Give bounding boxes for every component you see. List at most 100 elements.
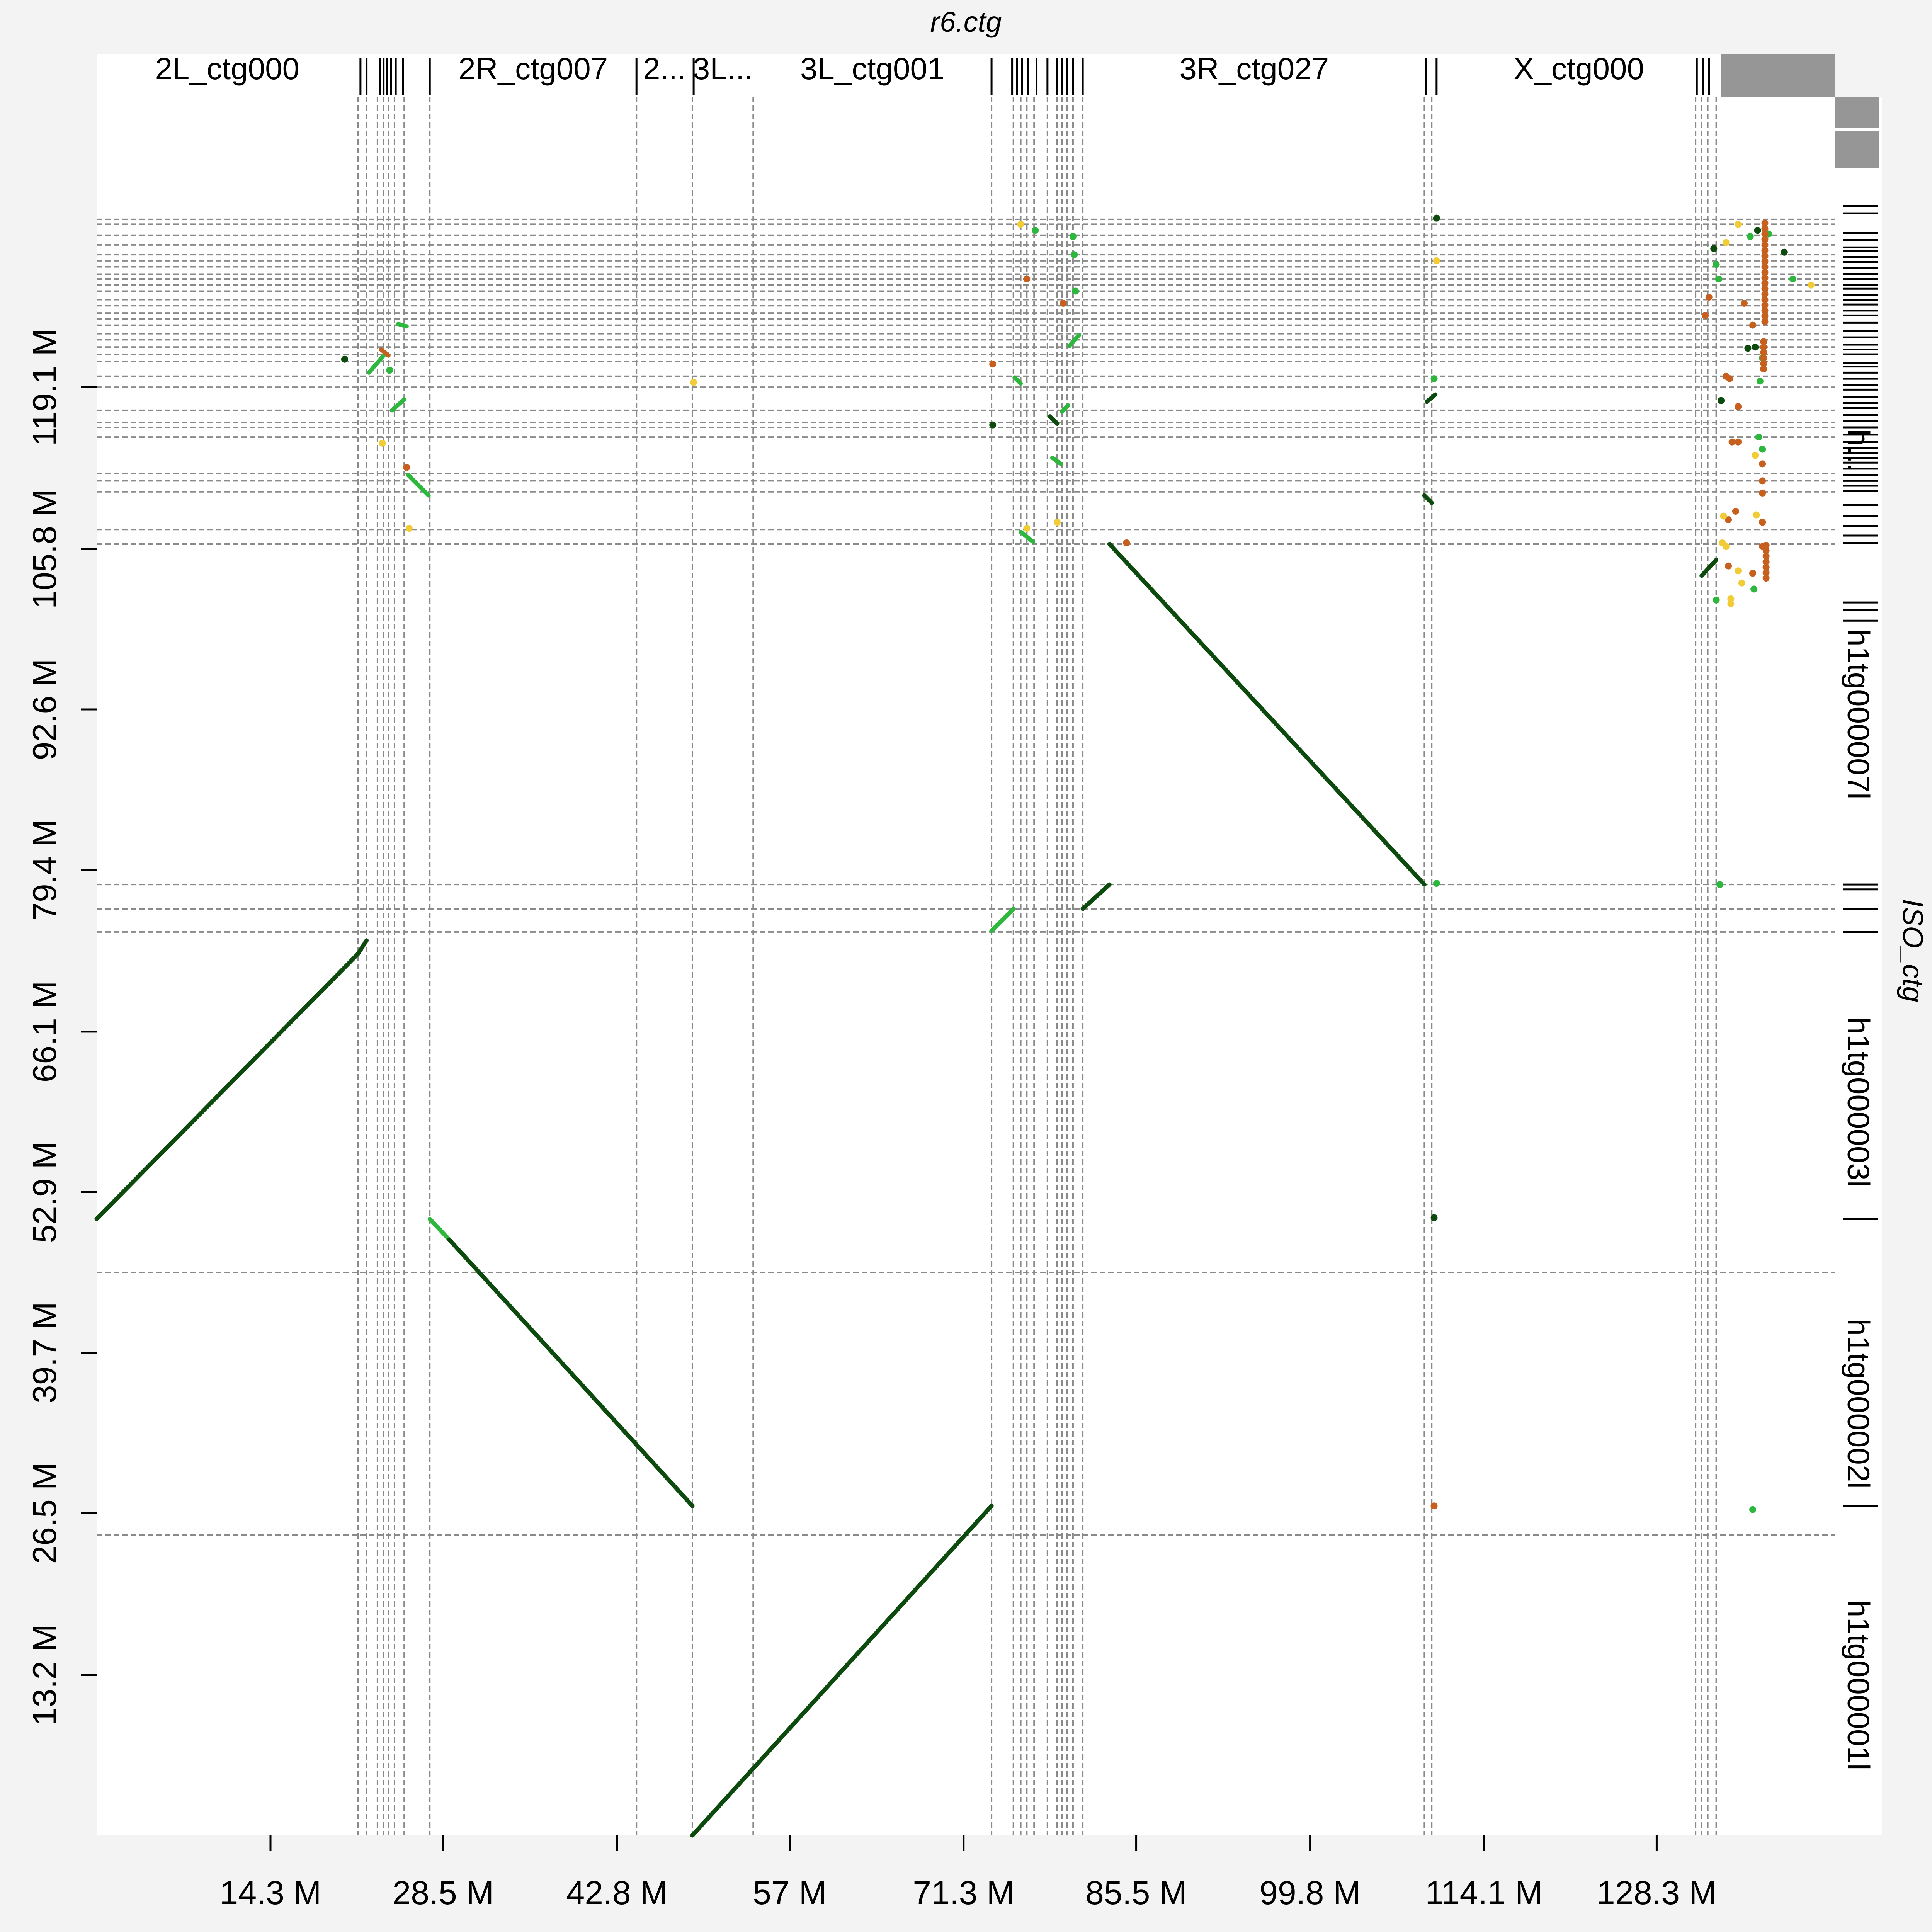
alignment-dot <box>1738 579 1745 587</box>
alignment-dot <box>1747 233 1754 240</box>
alignment-dot <box>1752 452 1759 459</box>
y-contig-label: h1tg000002l <box>1842 1319 1876 1489</box>
right-corner-block-upper <box>1835 97 1879 128</box>
alignment-dot <box>1749 321 1757 329</box>
alignment-dot <box>1725 562 1732 570</box>
y-contig-label: h1tg000007l <box>1842 629 1876 799</box>
alignment-dot <box>1017 221 1024 228</box>
alignment-dot <box>1759 477 1766 485</box>
alignment-dot <box>1722 543 1730 550</box>
alignment-dot <box>1750 585 1758 593</box>
x-contig-label: 3L... <box>693 51 753 86</box>
alignment-dot <box>1072 287 1079 295</box>
alignment-dot <box>1808 281 1815 289</box>
alignment-dot <box>1749 1506 1757 1513</box>
alignment-dot <box>1740 299 1748 307</box>
alignment-dot <box>405 525 413 532</box>
x-tick-label: 28.5 M <box>392 1874 494 1912</box>
y-tick-label: 105.8 M <box>26 489 63 609</box>
alignment-dot <box>386 367 393 374</box>
alignment-dot <box>1430 1214 1438 1221</box>
x-contig-label: 3L_ctg001 <box>800 51 945 86</box>
alignment-dot <box>690 379 697 386</box>
alignment-dot <box>1032 227 1039 234</box>
alignment-dot <box>1123 539 1130 546</box>
alignment-dot <box>403 464 410 471</box>
x-tick-label: 42.8 M <box>566 1874 668 1912</box>
alignment-dot <box>1732 508 1739 515</box>
y-tick-label: 13.2 M <box>26 1624 63 1726</box>
alignment-dot <box>1755 434 1762 441</box>
x-tick-label: 114.1 M <box>1425 1874 1543 1912</box>
alignment-dot <box>1023 525 1031 532</box>
y-tick-label: 119.1 M <box>26 328 63 446</box>
alignment-dot <box>1760 338 1767 345</box>
alignment-dot <box>1720 512 1727 520</box>
alignment-dot <box>1752 344 1759 351</box>
y-tick-label: 92.6 M <box>26 659 63 760</box>
alignment-dot <box>1735 221 1742 228</box>
alignment-dot <box>1430 375 1438 383</box>
alignment-dot <box>1433 214 1440 222</box>
alignment-dot <box>1715 276 1722 283</box>
x-tick-label: 14.3 M <box>220 1874 321 1912</box>
alignment-dot <box>1060 299 1067 307</box>
alignment-dot <box>1069 233 1077 240</box>
x-tick-label: 99.8 M <box>1259 1874 1361 1912</box>
alignment-dot <box>1759 460 1766 468</box>
alignment-dot <box>1023 276 1031 283</box>
x-tick-label: 71.3 M <box>913 1874 1014 1912</box>
alignment-dot <box>989 361 997 368</box>
right-corner-block-lower <box>1835 131 1879 168</box>
alignment-dot <box>379 439 386 447</box>
y-contig-label: h... <box>1842 429 1876 472</box>
alignment-dot <box>1726 375 1733 383</box>
alignment-dot <box>1702 312 1709 319</box>
alignment-dot <box>1071 251 1078 259</box>
alignment-dot <box>1735 438 1742 446</box>
alignment-dot <box>1728 438 1736 446</box>
y-contig-label: h1tg000001l <box>1842 1600 1876 1770</box>
alignment-dot <box>989 421 997 429</box>
x-contig-label: 2L_ctg000 <box>155 51 299 86</box>
x-contig-label: 2... <box>643 51 686 86</box>
alignment-dot <box>1756 378 1764 385</box>
top-corner-block <box>1721 54 1835 97</box>
dot-plot-chart: 14.3 M 28.5 M 42.8 M 57 M 71.3 M 85.5 M 99.8 M… <box>0 0 1932 1932</box>
alignment-dot <box>1762 542 1770 549</box>
alignment-dot <box>1754 227 1761 234</box>
x-tick-label: 85.5 M <box>1085 1874 1187 1912</box>
right-label-band <box>1835 97 1882 1835</box>
y-tick-label: 66.1 M <box>26 981 63 1082</box>
alignment-dot <box>1433 257 1440 264</box>
alignment-dot <box>1744 345 1752 352</box>
y-contig-label: h1tg000003l <box>1842 1017 1876 1187</box>
x-tick-label: 57 M <box>753 1874 827 1912</box>
y-tick-label: 52.9 M <box>26 1141 63 1243</box>
alignment-dot <box>1054 519 1061 526</box>
y-tick-label: 79.4 M <box>26 819 63 921</box>
alignment-dot <box>1761 219 1769 227</box>
alignment-dot <box>1753 511 1760 519</box>
y-tick-label: 39.7 M <box>26 1302 63 1403</box>
x-tick-label: 128.3 M <box>1597 1874 1717 1912</box>
x-contig-label: X_ctg000 <box>1514 51 1644 86</box>
alignment-dot <box>1713 261 1720 268</box>
alignment-dot <box>1433 880 1440 887</box>
alignment-dot <box>341 355 348 363</box>
alignment-dot <box>1710 245 1718 252</box>
alignment-dot <box>1705 294 1713 301</box>
alignment-dot <box>1716 881 1724 888</box>
alignment-dot <box>1781 248 1788 256</box>
alignment-dot <box>1759 519 1766 526</box>
alignment-dot <box>1789 276 1796 283</box>
alignment-dot <box>1713 596 1720 604</box>
alignment-dot <box>1749 570 1757 577</box>
x-contig-label: 2R_ctg007 <box>458 51 608 86</box>
x-contig-label: 3R_ctg027 <box>1179 51 1329 86</box>
chart-title: r6.ctg <box>930 6 1002 38</box>
alignment-dot <box>1727 600 1735 607</box>
alignment-dot <box>1759 489 1766 497</box>
alignment-dot <box>1735 567 1742 575</box>
alignment-dot <box>1718 397 1725 404</box>
